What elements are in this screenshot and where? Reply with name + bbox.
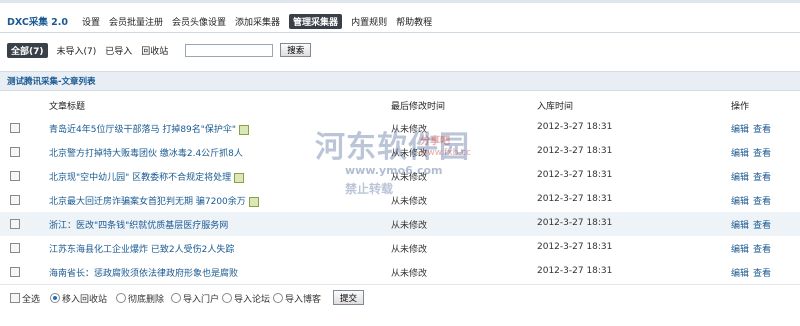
table-header: 文章标题 最后修改时间 入库时间 操作 bbox=[0, 99, 800, 112]
nav-manage-collector[interactable]: 管理采集器 bbox=[289, 13, 343, 29]
radio-label-import-portal: 导入门户 bbox=[183, 295, 220, 305]
view-link[interactable]: 查看 bbox=[753, 194, 771, 207]
article-title-link[interactable]: 浙江：医改"四条钱"织就优质基层医疗服务网 bbox=[49, 218, 228, 231]
article-title-link[interactable]: 青岛近4年5位厅级干部落马 打掉89名"保护伞" bbox=[49, 122, 250, 135]
table-row: 江苏东海县化工企业爆炸 已致2人受伤2人失踪 从未修改 2012-3-27 18… bbox=[0, 236, 800, 261]
list-title: 测试腾讯采集-文章列表 bbox=[7, 77, 96, 87]
article-title-link[interactable]: 北京警方打掉特大贩毒团伙 缴冰毒2.4公斤抓8人 bbox=[49, 146, 243, 159]
select-all-checkbox[interactable] bbox=[10, 293, 20, 303]
bulk-actions-bar: 全选 移入回收站 彻底删除 导入门户 导入论坛 导入博客 提交 bbox=[0, 290, 800, 306]
app-brand: DXC采集 2.0 bbox=[7, 17, 68, 28]
added-time: 2012-3-27 18:31 bbox=[537, 218, 613, 228]
modified-time: 从未修改 bbox=[391, 221, 428, 231]
modified-time: 从未修改 bbox=[391, 173, 428, 183]
nav-batch-register[interactable]: 会员批量注册 bbox=[109, 15, 163, 28]
column-actions: 操作 bbox=[731, 102, 750, 112]
modified-time: 从未修改 bbox=[391, 149, 428, 159]
search-input[interactable] bbox=[185, 43, 274, 57]
row-checkbox[interactable] bbox=[10, 219, 20, 229]
submit-button[interactable]: 提交 bbox=[333, 290, 365, 305]
article-title-link[interactable]: 江苏东海县化工企业爆炸 已致2人受伤2人失踪 bbox=[49, 242, 234, 255]
nav-settings[interactable]: 设置 bbox=[82, 15, 100, 28]
radio-label-import-blog: 导入博客 bbox=[285, 295, 322, 305]
view-link[interactable]: 查看 bbox=[753, 122, 771, 135]
table-row: 北京警方打掉特大贩毒团伙 缴冰毒2.4公斤抓8人 从未修改 2012-3-27 … bbox=[0, 140, 800, 165]
filter-recycle-bin[interactable]: 回收站 bbox=[141, 44, 168, 57]
nav-builtin-rules[interactable]: 内置规则 bbox=[351, 15, 387, 28]
list-header-bar: 测试腾讯采集-文章列表 bbox=[0, 71, 800, 91]
column-added: 入库时间 bbox=[537, 102, 574, 112]
radio-label-import-forum: 导入论坛 bbox=[234, 295, 271, 305]
top-navigation: DXC采集 2.0 设置 会员批量注册 会员头像设置 添加采集器 管理采集器 内… bbox=[7, 13, 441, 29]
row-checkbox[interactable] bbox=[10, 195, 20, 205]
modified-time: 从未修改 bbox=[391, 245, 428, 255]
radio-move-recycle[interactable] bbox=[50, 293, 60, 303]
modified-time: 从未修改 bbox=[391, 197, 428, 207]
filter-imported[interactable]: 已导入 bbox=[105, 44, 132, 57]
radio-label-delete-permanently: 彻底删除 bbox=[128, 295, 165, 305]
radio-import-blog[interactable] bbox=[273, 293, 283, 303]
view-link[interactable]: 查看 bbox=[753, 146, 771, 159]
filter-not-imported[interactable]: 未导入(7) bbox=[57, 44, 97, 57]
radio-delete-permanently[interactable] bbox=[116, 293, 126, 303]
edit-link[interactable]: 编辑 bbox=[731, 242, 749, 255]
edit-link[interactable]: 编辑 bbox=[731, 122, 749, 135]
radio-import-portal[interactable] bbox=[171, 293, 181, 303]
article-title-link[interactable]: 海南省长：惩政腐败须依法律政府形象也是腐败 bbox=[49, 266, 238, 279]
nav-add-collector[interactable]: 添加采集器 bbox=[235, 15, 280, 28]
added-time: 2012-3-27 18:31 bbox=[537, 266, 613, 276]
row-checkbox[interactable] bbox=[10, 243, 20, 253]
view-link[interactable]: 查看 bbox=[753, 242, 771, 255]
edit-link[interactable]: 编辑 bbox=[731, 170, 749, 183]
view-link[interactable]: 查看 bbox=[753, 218, 771, 231]
modified-time: 从未修改 bbox=[391, 125, 428, 135]
column-modified: 最后修改时间 bbox=[391, 102, 446, 112]
row-checkbox[interactable] bbox=[10, 123, 20, 133]
table-row: 浙江：医改"四条钱"织就优质基层医疗服务网 从未修改 2012-3-27 18:… bbox=[0, 212, 800, 237]
row-checkbox[interactable] bbox=[10, 171, 20, 181]
image-flag-icon bbox=[234, 172, 245, 183]
radio-label-move-recycle: 移入回收站 bbox=[62, 295, 108, 305]
view-link[interactable]: 查看 bbox=[753, 266, 771, 279]
nav-help[interactable]: 帮助教程 bbox=[396, 15, 432, 28]
article-title-link[interactable]: 北京最大回迁房诈骗案女首犯判无期 骗7200余万 bbox=[49, 194, 259, 207]
search-button[interactable]: 搜索 bbox=[280, 43, 312, 57]
added-time: 2012-3-27 18:31 bbox=[537, 122, 613, 132]
row-checkbox[interactable] bbox=[10, 267, 20, 277]
table-row: 海南省长：惩政腐败须依法律政府形象也是腐败 从未修改 2012-3-27 18:… bbox=[0, 260, 800, 285]
nav-divider bbox=[0, 32, 800, 33]
view-link[interactable]: 查看 bbox=[753, 170, 771, 183]
filter-bar: 全部(7) 未导入(7) 已导入 回收站 搜索 bbox=[7, 42, 312, 58]
top-border bbox=[0, 0, 800, 3]
table-row: 北京现"空中幼儿园" 区教委称不合规定将处理 从未修改 2012-3-27 18… bbox=[0, 164, 800, 189]
edit-link[interactable]: 编辑 bbox=[731, 218, 749, 231]
nav-avatar-settings[interactable]: 会员头像设置 bbox=[172, 15, 226, 28]
added-time: 2012-3-27 18:31 bbox=[537, 242, 613, 252]
filter-all[interactable]: 全部(7) bbox=[7, 42, 48, 58]
table-row: 青岛近4年5位厅级干部落马 打掉89名"保护伞" 从未修改 2012-3-27 … bbox=[0, 116, 800, 141]
column-title: 文章标题 bbox=[49, 102, 86, 112]
table-row: 北京最大回迁房诈骗案女首犯判无期 骗7200余万 从未修改 2012-3-27 … bbox=[0, 188, 800, 213]
radio-import-forum[interactable] bbox=[222, 293, 232, 303]
row-checkbox[interactable] bbox=[10, 147, 20, 157]
image-flag-icon bbox=[248, 196, 259, 207]
article-title-link[interactable]: 北京现"空中幼儿园" 区教委称不合规定将处理 bbox=[49, 170, 245, 183]
edit-link[interactable]: 编辑 bbox=[731, 266, 749, 279]
added-time: 2012-3-27 18:31 bbox=[537, 146, 613, 156]
added-time: 2012-3-27 18:31 bbox=[537, 194, 613, 204]
image-flag-icon bbox=[239, 124, 250, 135]
edit-link[interactable]: 编辑 bbox=[731, 146, 749, 159]
added-time: 2012-3-27 18:31 bbox=[537, 170, 613, 180]
modified-time: 从未修改 bbox=[391, 269, 428, 279]
select-all-label: 全选 bbox=[22, 295, 41, 305]
edit-link[interactable]: 编辑 bbox=[731, 194, 749, 207]
